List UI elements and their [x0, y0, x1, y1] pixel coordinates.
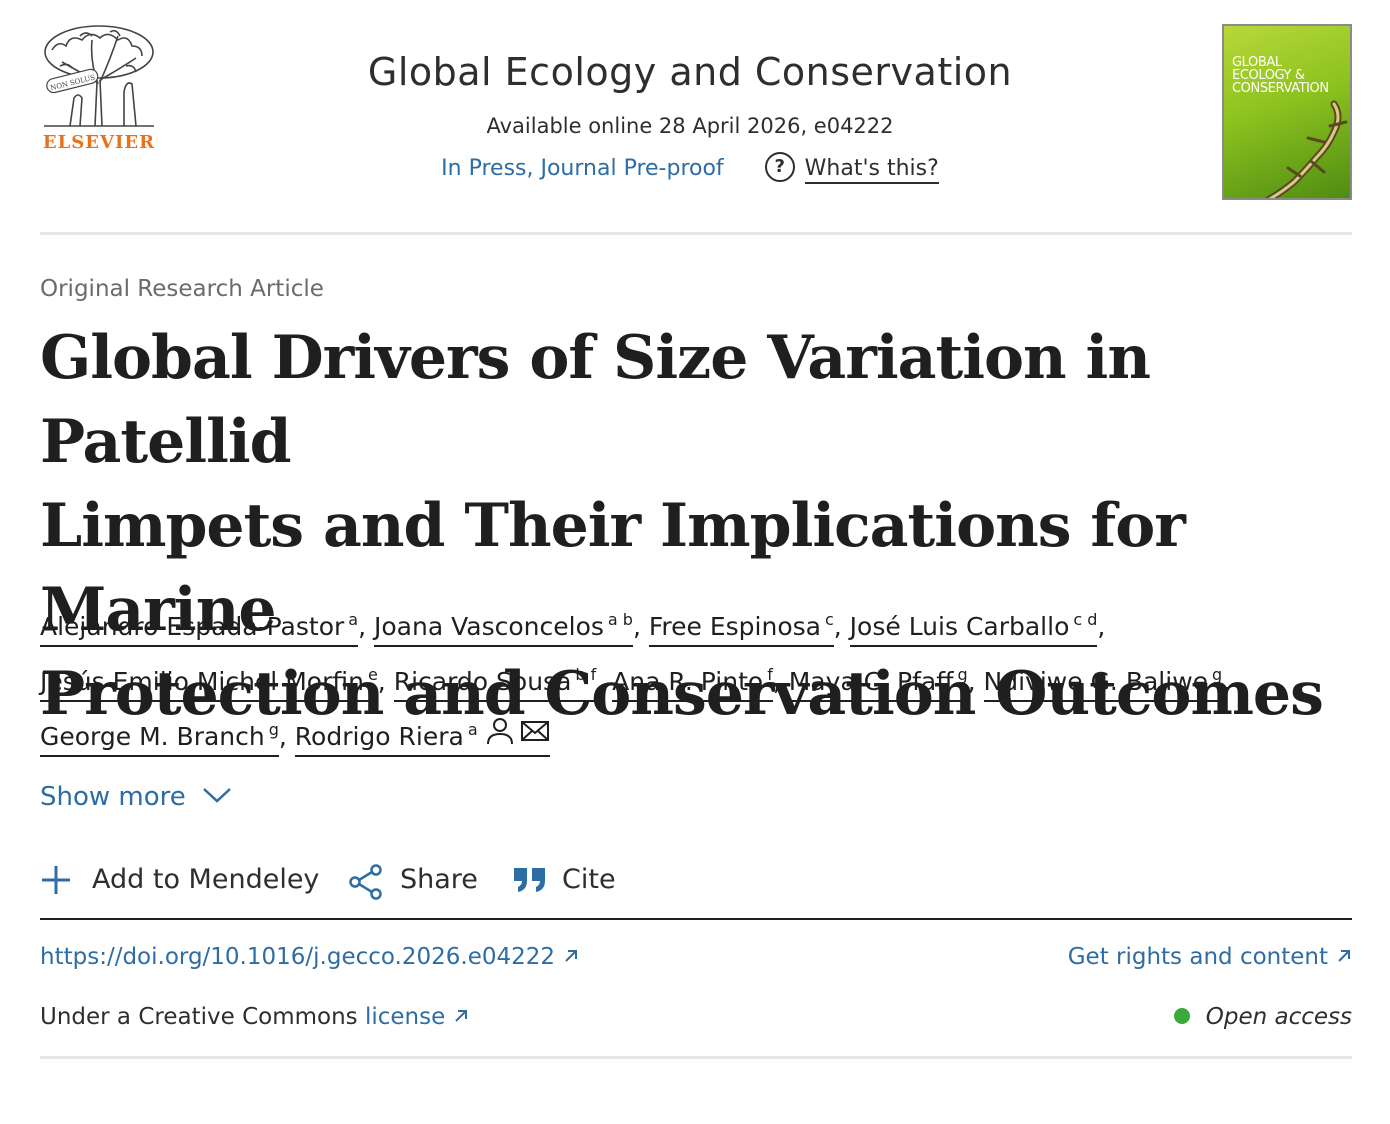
status-row: In Press, Journal Pre-proof ? What's this… — [290, 152, 1090, 184]
author-name: Jesús Emilio Michel Morfin — [40, 667, 364, 696]
author-name: Ana R. Pinto — [612, 667, 764, 696]
author-link[interactable]: Joana Vasconcelos a b — [374, 610, 633, 647]
get-rights-link[interactable]: Get rights and content — [1068, 944, 1352, 970]
bottom-divider — [40, 1056, 1352, 1059]
share-button[interactable]: Share — [348, 858, 498, 902]
author-name: José Luis Carballo — [849, 612, 1070, 641]
share-icon — [349, 864, 382, 900]
license-link[interactable]: license — [365, 1004, 469, 1030]
available-online: Available online 28 April 2026, e04222 — [486, 114, 894, 138]
journal-info: Global Ecology and Conservation Availabl… — [290, 46, 1090, 184]
open-access-dot — [1173, 1007, 1190, 1024]
author-name: Free Espinosa — [648, 612, 821, 641]
author-name: George M. Branch — [40, 722, 265, 751]
quote-icon — [514, 868, 545, 892]
elsevier-wordmark: ELSEVIER — [42, 132, 156, 153]
author-affiliation: g — [1212, 665, 1223, 684]
show-more-button[interactable]: Show more — [40, 782, 232, 812]
whats-this-label: What's this? — [804, 156, 939, 184]
mendeley-label: Add to Mendeley — [92, 864, 320, 895]
gecko-image — [1265, 100, 1348, 198]
external-link-icon — [455, 1009, 468, 1022]
author-affiliation: f — [767, 665, 773, 684]
person-mail-icons — [486, 718, 549, 745]
author-link[interactable]: Ana R. Pinto f — [612, 665, 773, 702]
author-link[interactable]: George M. Branch g — [40, 720, 279, 757]
author-name: Joana Vasconcelos — [374, 612, 604, 641]
open-access-badge: Open access — [1173, 1004, 1352, 1030]
author-affiliation: a — [467, 720, 478, 739]
author-affiliation: g — [957, 665, 968, 684]
add-to-mendeley-button[interactable]: Add to Mendeley — [40, 858, 330, 902]
license-line: Under a Creative Commons license — [40, 1004, 469, 1030]
author-name: Ndiviwe G. Baliwe — [983, 667, 1209, 696]
author-affiliation: a b — [607, 610, 633, 629]
journal-header: NON SOLUS ELSEVIER Global Ecology and Co… — [40, 22, 1352, 202]
author-affiliation: a — [348, 610, 359, 629]
article-type: Original Research Article — [40, 276, 324, 302]
elsevier-tree-logo: NON SOLUS — [44, 25, 154, 127]
elsevier-logo[interactable]: NON SOLUS ELSEVIER — [40, 22, 158, 154]
author-name: Rodrigo Riera — [294, 722, 464, 751]
author-link[interactable]: José Luis Carballo c d — [849, 610, 1098, 647]
cover-title: GLOBAL ECOLOGY & CONSERVATION — [1232, 56, 1329, 95]
plus-icon — [42, 866, 70, 894]
author-name: Ricardo Sousa — [393, 667, 572, 696]
show-more-label: Show more — [40, 782, 186, 812]
journal-cover[interactable]: GLOBAL ECOLOGY & CONSERVATION — [1222, 24, 1352, 200]
author-affiliation: g — [268, 720, 279, 739]
header-divider — [40, 232, 1352, 235]
author-name: Alejandro Espada-Pastor — [40, 612, 345, 641]
author-link[interactable]: Jesús Emilio Michel Morfin e — [40, 665, 378, 702]
doi-text: https://doi.org/10.1016/j.gecco.2026.e04… — [40, 944, 556, 970]
author-link[interactable]: Ndiviwe G. Baliwe g — [983, 665, 1223, 702]
author-link[interactable]: Ricardo Sousa b f — [393, 665, 597, 702]
chevron-down-icon — [202, 787, 231, 803]
share-label: Share — [400, 864, 478, 895]
author-list: Alejandro Espada-Pastor a, Joana Vasconce… — [40, 596, 1360, 762]
doi-link[interactable]: https://doi.org/10.1016/j.gecco.2026.e04… — [40, 944, 579, 970]
author-link[interactable]: Alejandro Espada-Pastor a — [40, 610, 359, 647]
pre-proof-link[interactable]: In Press, Journal Pre-proof — [441, 156, 724, 181]
author-link[interactable]: Maya C. Pfaff g — [788, 665, 968, 702]
title-line: Global Drivers of Size Variation in Pate… — [40, 323, 1151, 477]
author-link[interactable]: Free Espinosa c — [648, 610, 834, 647]
actions-divider — [40, 918, 1352, 920]
author-name: Maya C. Pfaff — [788, 667, 954, 696]
open-access-label: Open access — [1205, 1004, 1352, 1030]
author-affiliation: c — [824, 610, 834, 629]
person-icon — [486, 718, 513, 745]
author-affiliation: e — [367, 665, 378, 684]
corresponding-author-link[interactable]: Rodrigo Riera a — [294, 718, 550, 757]
journal-title-link[interactable]: Global Ecology and Conservation — [290, 46, 1090, 98]
author-affiliation: b f — [575, 665, 597, 684]
license-prefix: Under a Creative Commons — [40, 1004, 358, 1030]
license-link-text: license — [364, 1004, 446, 1030]
cite-button[interactable]: Cite — [512, 858, 632, 902]
cite-label: Cite — [562, 864, 616, 895]
cover-line: CONSERVATION — [1232, 81, 1329, 96]
mail-icon — [520, 721, 549, 741]
author-affiliation: c d — [1073, 610, 1098, 629]
external-link-icon — [565, 949, 578, 962]
author-icons — [486, 714, 550, 762]
whats-this-button[interactable]: ? What's this? — [764, 152, 939, 184]
rights-text: Get rights and content — [1067, 944, 1328, 970]
external-link-icon — [1338, 949, 1350, 962]
question-icon: ? — [764, 152, 795, 182]
